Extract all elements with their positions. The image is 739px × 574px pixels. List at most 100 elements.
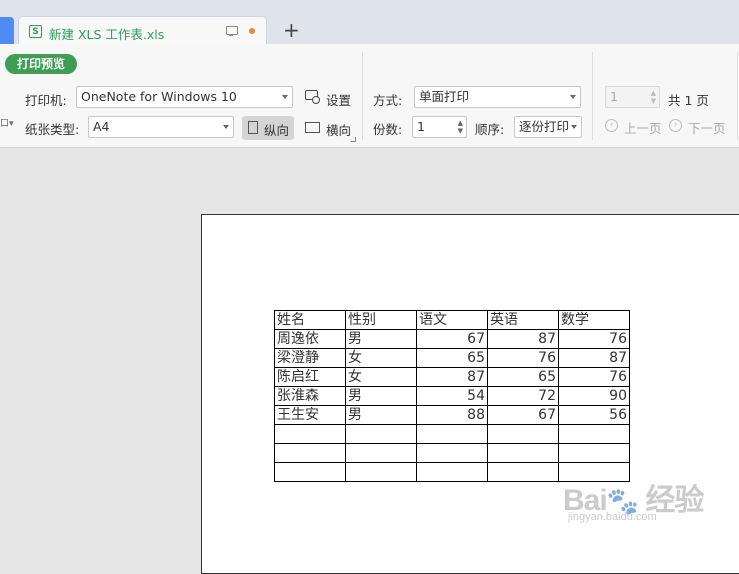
table-cell: 87 (558, 348, 630, 368)
table-cell (345, 443, 417, 463)
copies-label: 份数: (373, 122, 403, 137)
table-cell: 英语 (487, 310, 559, 330)
tab-workbook[interactable]: S 新建 XLS 工作表.xls (18, 16, 267, 45)
table-cell (558, 424, 630, 444)
table-cell: 张淮森 (274, 386, 346, 406)
table-cell: 54 (416, 386, 488, 406)
printer-select[interactable]: OneNote for Windows 10 (76, 86, 293, 108)
table-row-empty (274, 443, 630, 463)
table-cell: 数学 (558, 310, 630, 330)
stepper-arrows-icon[interactable]: ▲ ▼ (458, 119, 463, 135)
table-cell: 性别 (345, 310, 417, 330)
table-cell: 陈启红 (274, 367, 346, 387)
print-preview-page: 姓名 性别 语文 英语 数学 周逸依男 67 87 76 梁澄静女 65 76 87 陈启红女 87 65 76… (201, 214, 739, 574)
table-cell: 76 (558, 367, 630, 387)
printer-value: OneNote for Windows 10 (81, 89, 237, 104)
monitor-icon[interactable] (226, 26, 238, 36)
print-mode-value: 单面打印 (419, 89, 470, 104)
paper-type-value: A4 (93, 119, 110, 134)
print-preview-toolbar: 打印预览 口▾ 打印机: OneNote for Windows 10 纸张类型… (0, 44, 739, 148)
paper-type-select[interactable]: A4 (88, 116, 234, 138)
table-cell: 87 (487, 329, 559, 349)
next-page-button[interactable]: 下一页 (688, 118, 726, 137)
table-cell (416, 443, 488, 463)
stepper-arrows-icon: ▲ ▼ (650, 89, 656, 105)
table-cell (558, 443, 630, 463)
divider (737, 52, 738, 140)
chevron-down-icon (223, 125, 229, 129)
table-cell (274, 462, 346, 482)
table-row: 梁澄静女 65 76 87 (274, 348, 630, 368)
previous-page-button[interactable]: 上一页 (624, 118, 662, 137)
printer-label: 打印机: (25, 93, 67, 108)
table-cell: 女 (345, 367, 417, 387)
order-label: 顺序: (475, 122, 505, 137)
table-row: 张淮森男 54 72 90 (274, 386, 630, 406)
next-arrow-icon: › (669, 119, 682, 132)
mode-label: 方式: (373, 93, 403, 108)
table-cell (274, 424, 346, 444)
unsaved-dot-icon (249, 28, 255, 34)
table-cell: 姓名 (274, 310, 346, 330)
landscape-label: 横向 (326, 123, 352, 138)
table-cell: 67 (487, 405, 559, 425)
total-pages: 共 1 页 (668, 93, 709, 108)
table-cell: 76 (487, 348, 559, 368)
table-cell: 90 (558, 386, 630, 406)
divider (592, 52, 593, 140)
previous-tab[interactable] (0, 17, 14, 44)
table-cell: 87 (416, 367, 488, 387)
watermark-url: jingyan.baidu.com (568, 511, 657, 523)
table-cell (416, 462, 488, 482)
table-cell: 女 (345, 348, 417, 368)
table-cell: 语文 (416, 310, 488, 330)
table-cell: 67 (416, 329, 488, 349)
copies-value: 1 (417, 119, 425, 134)
divider (362, 52, 363, 140)
table-cell: 周逸依 (274, 329, 346, 349)
score-table: 姓名 性别 语文 英语 数学 周逸依男 67 87 76 梁澄静女 65 76 87 陈启红女 87 65 76… (274, 310, 630, 482)
table-cell: 男 (345, 405, 417, 425)
tab-bar: S 新建 XLS 工作表.xls + (0, 0, 739, 45)
new-tab-button[interactable]: + (283, 18, 300, 42)
settings-button[interactable]: 设置 (326, 90, 351, 109)
portrait-label: 纵向 (264, 123, 290, 138)
portrait-button[interactable]: 纵向 (242, 116, 294, 140)
table-cell: 72 (487, 386, 559, 406)
page-number-value: 1 (610, 89, 618, 104)
table-cell (416, 424, 488, 444)
table-cell: 王生安 (274, 405, 346, 425)
print-mode-select[interactable]: 单面打印 (414, 86, 581, 108)
table-cell: 76 (558, 329, 630, 349)
table-cell: 88 (416, 405, 488, 425)
table-cell: 56 (558, 405, 630, 425)
table-cell: 男 (345, 386, 417, 406)
baidu-watermark: Bai🐾 经验 jingyan.baidu.com (563, 475, 704, 523)
expand-corner-icon[interactable] (351, 137, 356, 142)
table-cell (345, 424, 417, 444)
paper-type-label: 纸张类型: (25, 122, 80, 137)
chevron-down-icon (282, 95, 288, 99)
table-cell (487, 462, 559, 482)
portrait-page-icon (248, 121, 258, 134)
previous-arrow-icon: ‹ (605, 119, 618, 132)
order-select[interactable]: 逐份打印 (514, 116, 582, 138)
table-cell (274, 443, 346, 463)
chevron-down-icon (571, 125, 577, 129)
table-row: 周逸依男 67 87 76 (274, 329, 630, 349)
order-value: 逐份打印 (519, 119, 570, 134)
copies-stepper[interactable]: 1 ▲ ▼ (412, 116, 467, 138)
table-cell: 梁澄静 (274, 348, 346, 368)
print-preview-button[interactable]: 打印预览 (5, 54, 77, 74)
printer-settings-icon[interactable] (305, 90, 320, 104)
landscape-page-icon (305, 122, 320, 133)
table-cell (487, 443, 559, 463)
tab-title: 新建 XLS 工作表.xls (49, 27, 165, 42)
left-dropdown-icon[interactable]: 口▾ (0, 116, 14, 129)
table-header-row: 姓名 性别 语文 英语 数学 (274, 310, 630, 330)
chevron-down-icon (570, 95, 576, 99)
spreadsheet-icon: S (29, 25, 42, 38)
page-number-input[interactable]: 1 ▲ ▼ (605, 86, 660, 108)
table-cell (487, 424, 559, 444)
table-row-empty (274, 424, 630, 444)
